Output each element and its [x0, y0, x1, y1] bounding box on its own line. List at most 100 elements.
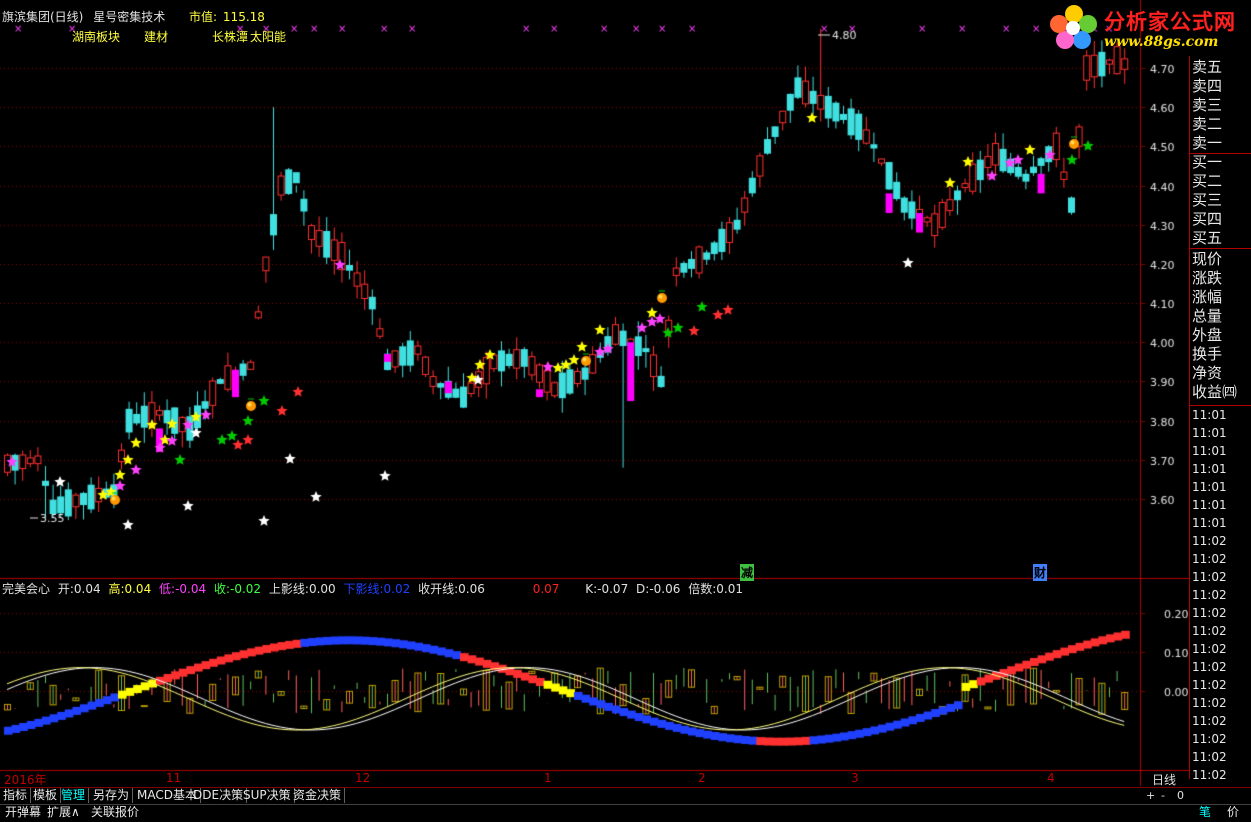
sector-tag: 建材 — [144, 30, 169, 44]
ind-upper: 0.00 — [308, 582, 336, 596]
sector-tag: 湖南板块 — [72, 30, 121, 44]
ind-open-label: 开: — [57, 582, 74, 596]
event-label-reduce[interactable]: 减 — [740, 564, 755, 581]
price-chart-canvas[interactable] — [0, 0, 1251, 821]
ind-mult-label: 倍数: — [688, 582, 717, 596]
tick-time: 11:02 — [1192, 750, 1227, 764]
panel-divider — [1189, 248, 1251, 249]
logo-url: www.88gs.com — [1104, 34, 1219, 50]
ind-close: -0.02 — [230, 582, 262, 596]
ind-low: -0.04 — [175, 582, 207, 596]
zoom-out-button[interactable]: - — [1161, 789, 1165, 802]
tick-time: 11:01 — [1192, 480, 1227, 494]
tick-time: 11:01 — [1192, 426, 1227, 440]
ticks-tab[interactable]: 笔 — [1196, 805, 1214, 820]
tick-time: 11:02 — [1192, 660, 1227, 674]
sector-tag: 太阳能 — [250, 30, 287, 44]
ind-k: -0.07 — [597, 582, 629, 596]
tick-time: 11:02 — [1192, 714, 1227, 728]
bid-level-label: 买二 — [1192, 172, 1223, 190]
ind-close-label: 收: — [213, 582, 231, 596]
mcap-value: 115.18 — [222, 10, 265, 24]
related-quote-button[interactable]: 关联报价 — [88, 805, 142, 820]
quote-field-label: 涨跌 — [1192, 269, 1223, 287]
indicator-tab[interactable]: SUP决策 — [240, 788, 295, 803]
quote-field-label: 涨幅 — [1192, 288, 1223, 306]
zoom-reset-button[interactable]: 0 — [1177, 789, 1184, 802]
indicator-tab[interactable]: 另存为 — [90, 788, 134, 803]
quote-field-label: 换手 — [1192, 345, 1223, 363]
chart-header: 旗滨集团(日线) 星号密集技术 市值: 115.18 — [2, 8, 271, 25]
ind-upper-label: 上影线: — [268, 582, 309, 596]
tick-time: 11:01 — [1192, 462, 1227, 476]
flower-logo-icon — [1050, 5, 1097, 49]
ind-k-label: K: — [585, 582, 598, 596]
indicator-legend: 完美会心 开:0.04 高:0.04 低:-0.04 收:-0.02 上影线:0… — [2, 580, 747, 597]
danmaku-button[interactable]: 开弹幕 — [2, 805, 44, 820]
bid-level-label: 买一 — [1192, 153, 1223, 171]
zoom-in-button[interactable]: + — [1146, 789, 1155, 802]
bottom-bar — [0, 804, 1251, 822]
ind-mult: 0.01 — [716, 582, 743, 596]
ask-level-label: 卖三 — [1192, 96, 1223, 114]
ind-open: 0.04 — [73, 582, 101, 596]
event-label-finance[interactable]: 财 — [1033, 564, 1048, 581]
quote-field-label: 总量 — [1192, 307, 1223, 325]
indicator-tab[interactable]: 管理 — [58, 788, 90, 803]
tick-time: 11:02 — [1192, 624, 1227, 638]
price-tab[interactable]: 价 — [1224, 805, 1242, 820]
site-logo: 分析家公式网 www.88gs.com — [1048, 2, 1248, 54]
tick-time: 11:02 — [1192, 534, 1227, 548]
x-axis-label: 2016年 — [4, 773, 47, 787]
x-axis-label: 1 — [544, 771, 552, 785]
logo-title: 分析家公式网 — [1104, 10, 1236, 34]
quote-field-label: 净资 — [1192, 364, 1223, 382]
quote-field-label: 外盘 — [1192, 326, 1223, 344]
mcap-label: 市值: — [189, 10, 218, 24]
ind-high: 0.04 — [124, 582, 152, 596]
ind-d: -0.06 — [649, 582, 681, 596]
indicator-tab[interactable]: 资金决策 — [290, 788, 346, 803]
sector-tag: 长株潭 — [212, 30, 249, 44]
indicator-tab[interactable]: 指标 — [0, 788, 32, 803]
period-label[interactable]: 日线 — [1152, 771, 1176, 788]
x-axis-label: 12 — [355, 771, 371, 785]
ask-level-label: 卖四 — [1192, 77, 1223, 95]
ask-level-label: 卖五 — [1192, 58, 1223, 76]
indicator-name: 完美会心 — [2, 582, 51, 596]
tick-time: 11:02 — [1192, 678, 1227, 692]
panel-divider — [1189, 153, 1251, 154]
tick-time: 11:02 — [1192, 768, 1227, 782]
tick-time: 11:02 — [1192, 732, 1227, 746]
ind-high-label: 高: — [108, 582, 125, 596]
indicator-tab[interactable]: DDE决策 — [190, 788, 248, 803]
tick-time: 11:02 — [1192, 552, 1227, 566]
tick-time: 11:01 — [1192, 408, 1227, 422]
bid-level-label: 买五 — [1192, 229, 1223, 247]
x-axis-label: 11 — [166, 771, 182, 785]
ask-level-label: 卖一 — [1192, 134, 1223, 152]
x-axis-label: 2 — [698, 771, 706, 785]
ind-red-value: 0.07 — [532, 582, 560, 596]
tick-time: 11:01 — [1192, 498, 1227, 512]
formula-name: 星号密集技术 — [93, 10, 166, 24]
expand-button[interactable]: 扩展∧ — [44, 805, 83, 820]
tick-time: 11:02 — [1192, 696, 1227, 710]
quote-field-label: 现价 — [1192, 250, 1223, 268]
tick-time: 11:02 — [1192, 588, 1227, 602]
ask-level-label: 卖二 — [1192, 115, 1223, 133]
bid-level-label: 买三 — [1192, 191, 1223, 209]
tick-time: 11:01 — [1192, 444, 1227, 458]
indicator-tab[interactable]: 模板 — [30, 788, 62, 803]
x-axis-label: 3 — [851, 771, 859, 785]
tick-time: 11:01 — [1192, 516, 1227, 530]
ind-lower-label: 下影线: — [343, 582, 384, 596]
tick-time: 11:02 — [1192, 570, 1227, 584]
tick-time: 11:02 — [1192, 606, 1227, 620]
ind-low-label: 低: — [159, 582, 176, 596]
bid-level-label: 买四 — [1192, 210, 1223, 228]
ind-lower: 0.02 — [383, 582, 411, 596]
tick-time: 11:02 — [1192, 642, 1227, 656]
ind-openline-label: 收开线: — [418, 582, 459, 596]
x-axis-label: 4 — [1047, 771, 1055, 785]
